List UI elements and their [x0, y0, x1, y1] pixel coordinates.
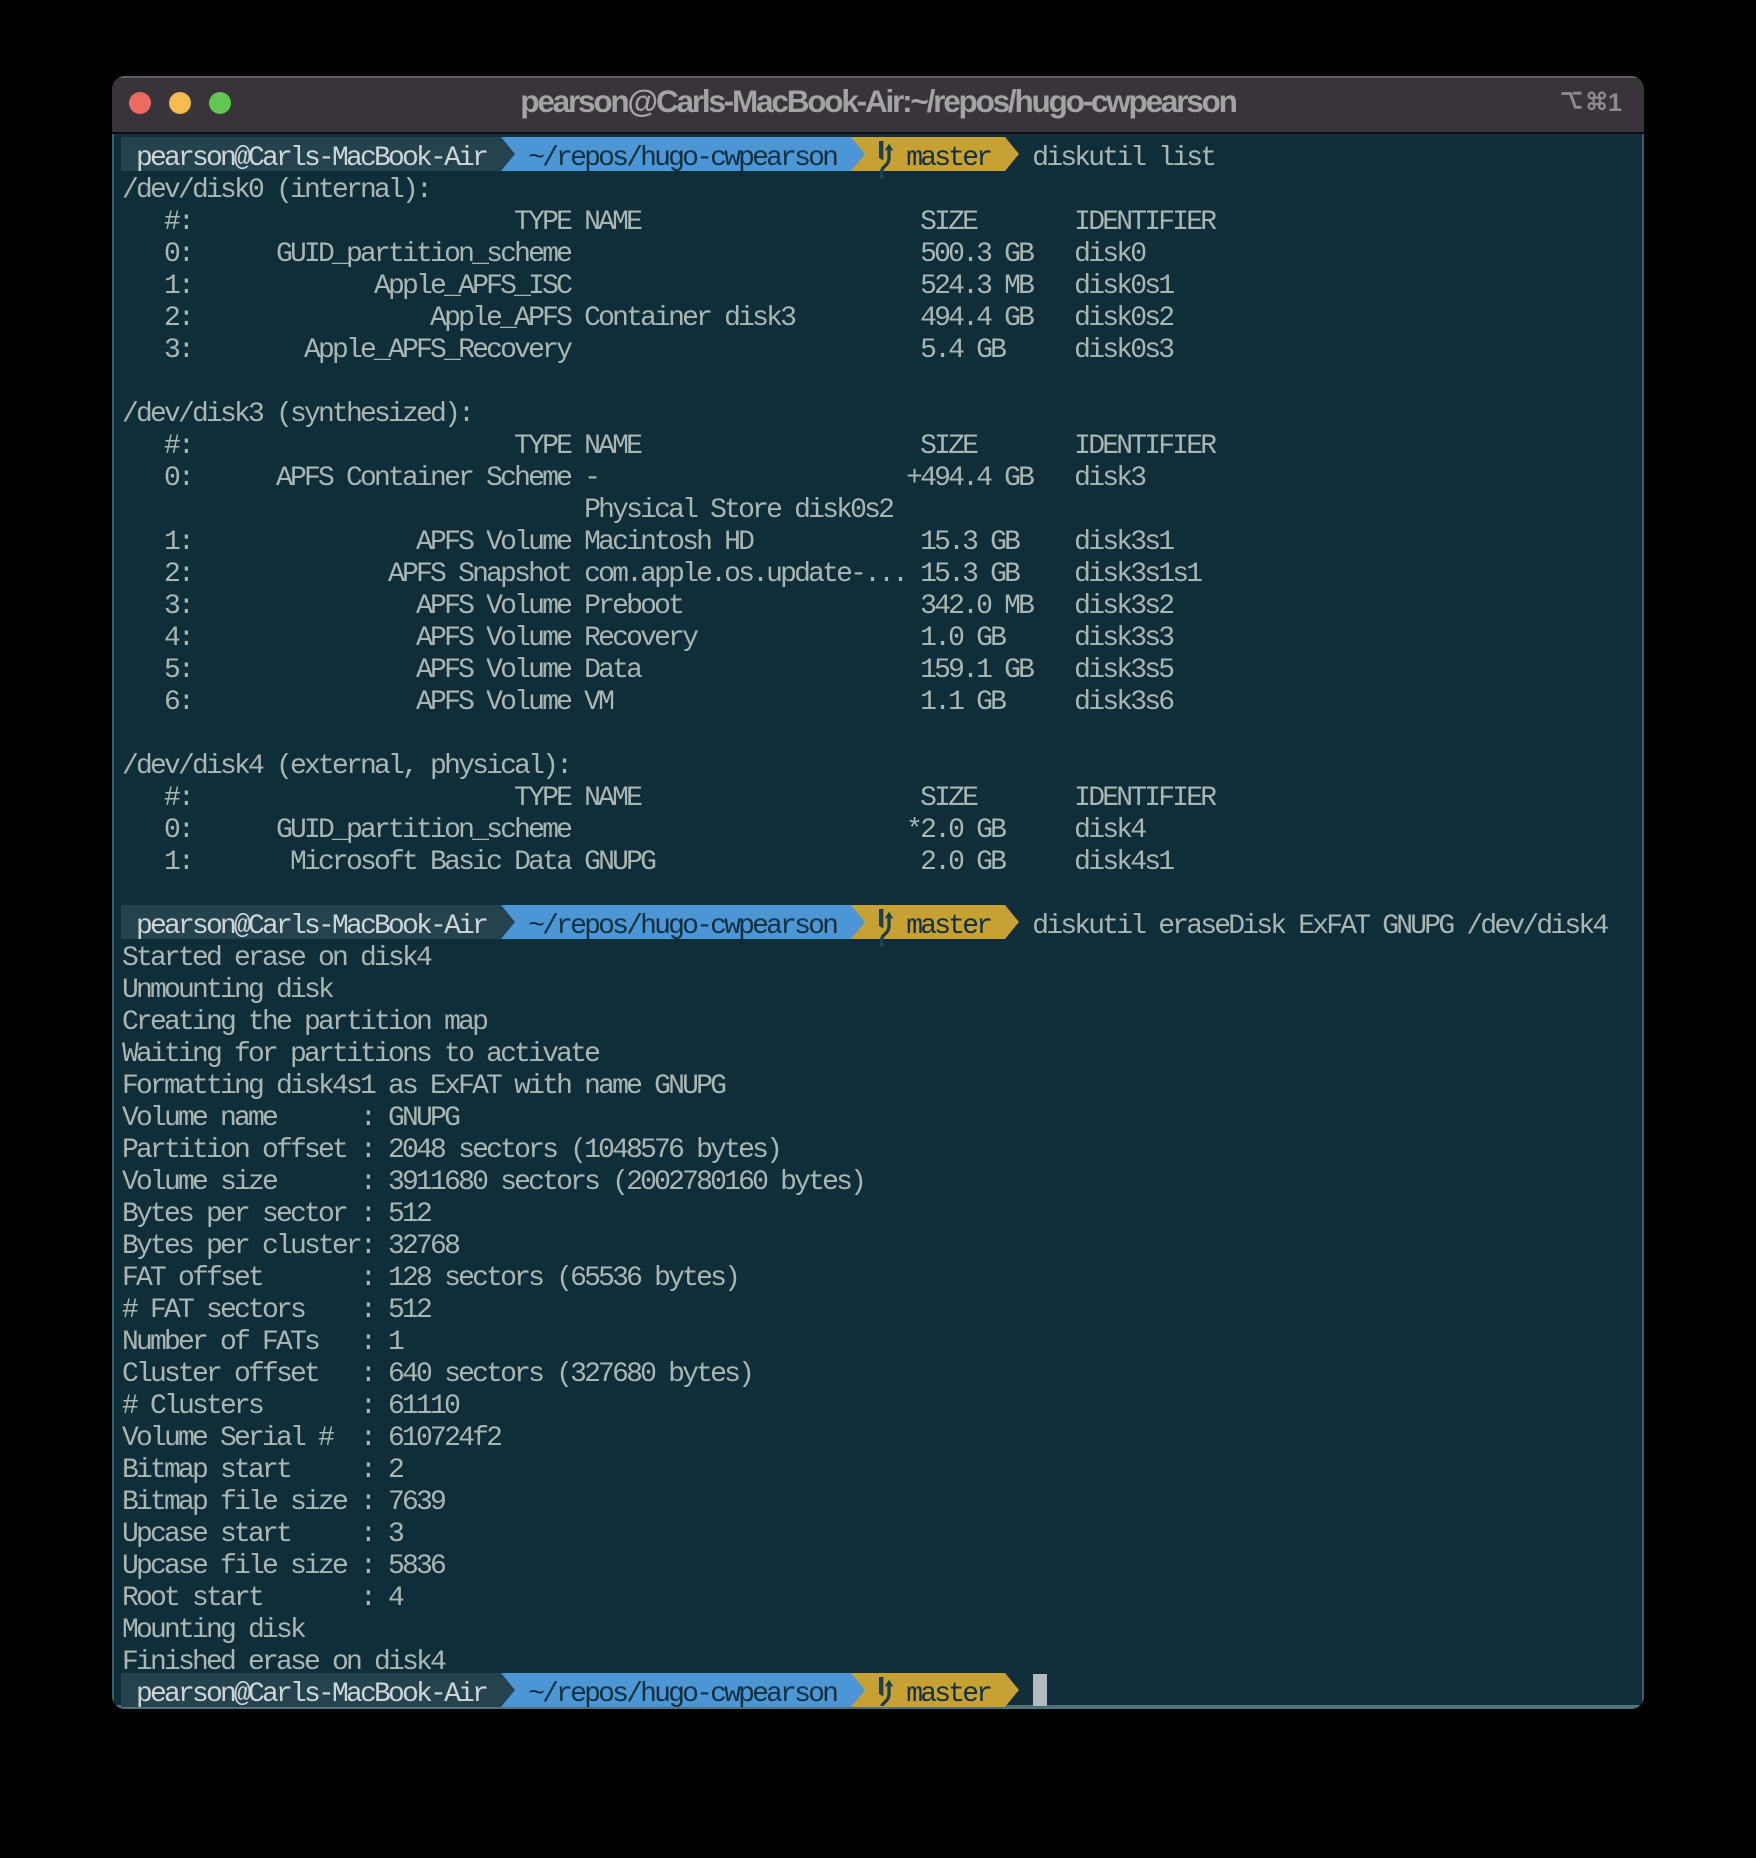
svg-text:1: 1 — [1608, 89, 1622, 117]
